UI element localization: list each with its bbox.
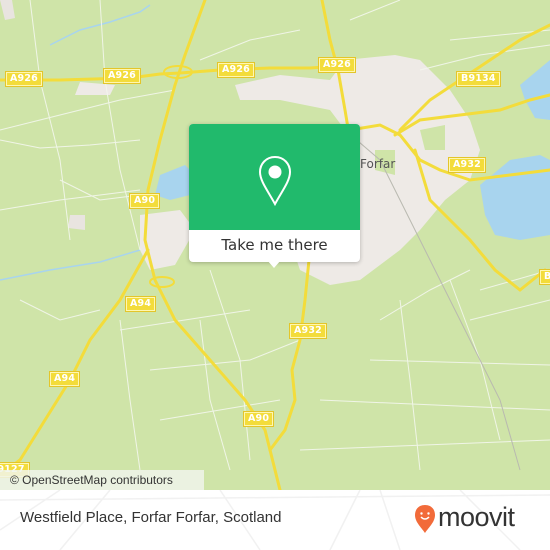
map-pin-icon <box>258 155 292 207</box>
road-label-a932: A932 <box>448 157 486 173</box>
road-label-partial: B <box>538 269 550 285</box>
road-label-a926: A926 <box>318 57 356 73</box>
road-label-b9134: B9134 <box>456 71 501 87</box>
road-label-a932: A932 <box>289 323 327 339</box>
road-label-a926: A926 <box>217 62 255 78</box>
popup-header <box>189 124 360 230</box>
road-label-a926: A926 <box>5 71 43 87</box>
map-attribution[interactable]: © OpenStreetMap contributors <box>0 470 204 490</box>
location-address: Westfield Place, Forfar Forfar, Scotland <box>20 509 282 526</box>
footer: Westfield Place, Forfar Forfar, Scotland… <box>0 490 550 550</box>
road-label-a90: A90 <box>128 193 161 209</box>
road-label-a926: A926 <box>103 68 141 84</box>
take-me-there-button[interactable]: Take me there <box>189 230 360 262</box>
location-popup[interactable]: Take me there <box>189 124 360 268</box>
moovit-wordmark: moovit <box>438 502 515 532</box>
popup-pointer <box>267 260 281 268</box>
road-label-a94: A94 <box>48 371 81 387</box>
town-label-forfar: Forfar <box>360 157 396 171</box>
map[interactable]: A926 A926 A926 A926 B9134 A932 A90 A94 A… <box>0 0 550 490</box>
road-label-a90: A90 <box>242 411 275 427</box>
moovit-pin-icon <box>415 505 435 533</box>
road-label-a94: A94 <box>124 296 157 312</box>
